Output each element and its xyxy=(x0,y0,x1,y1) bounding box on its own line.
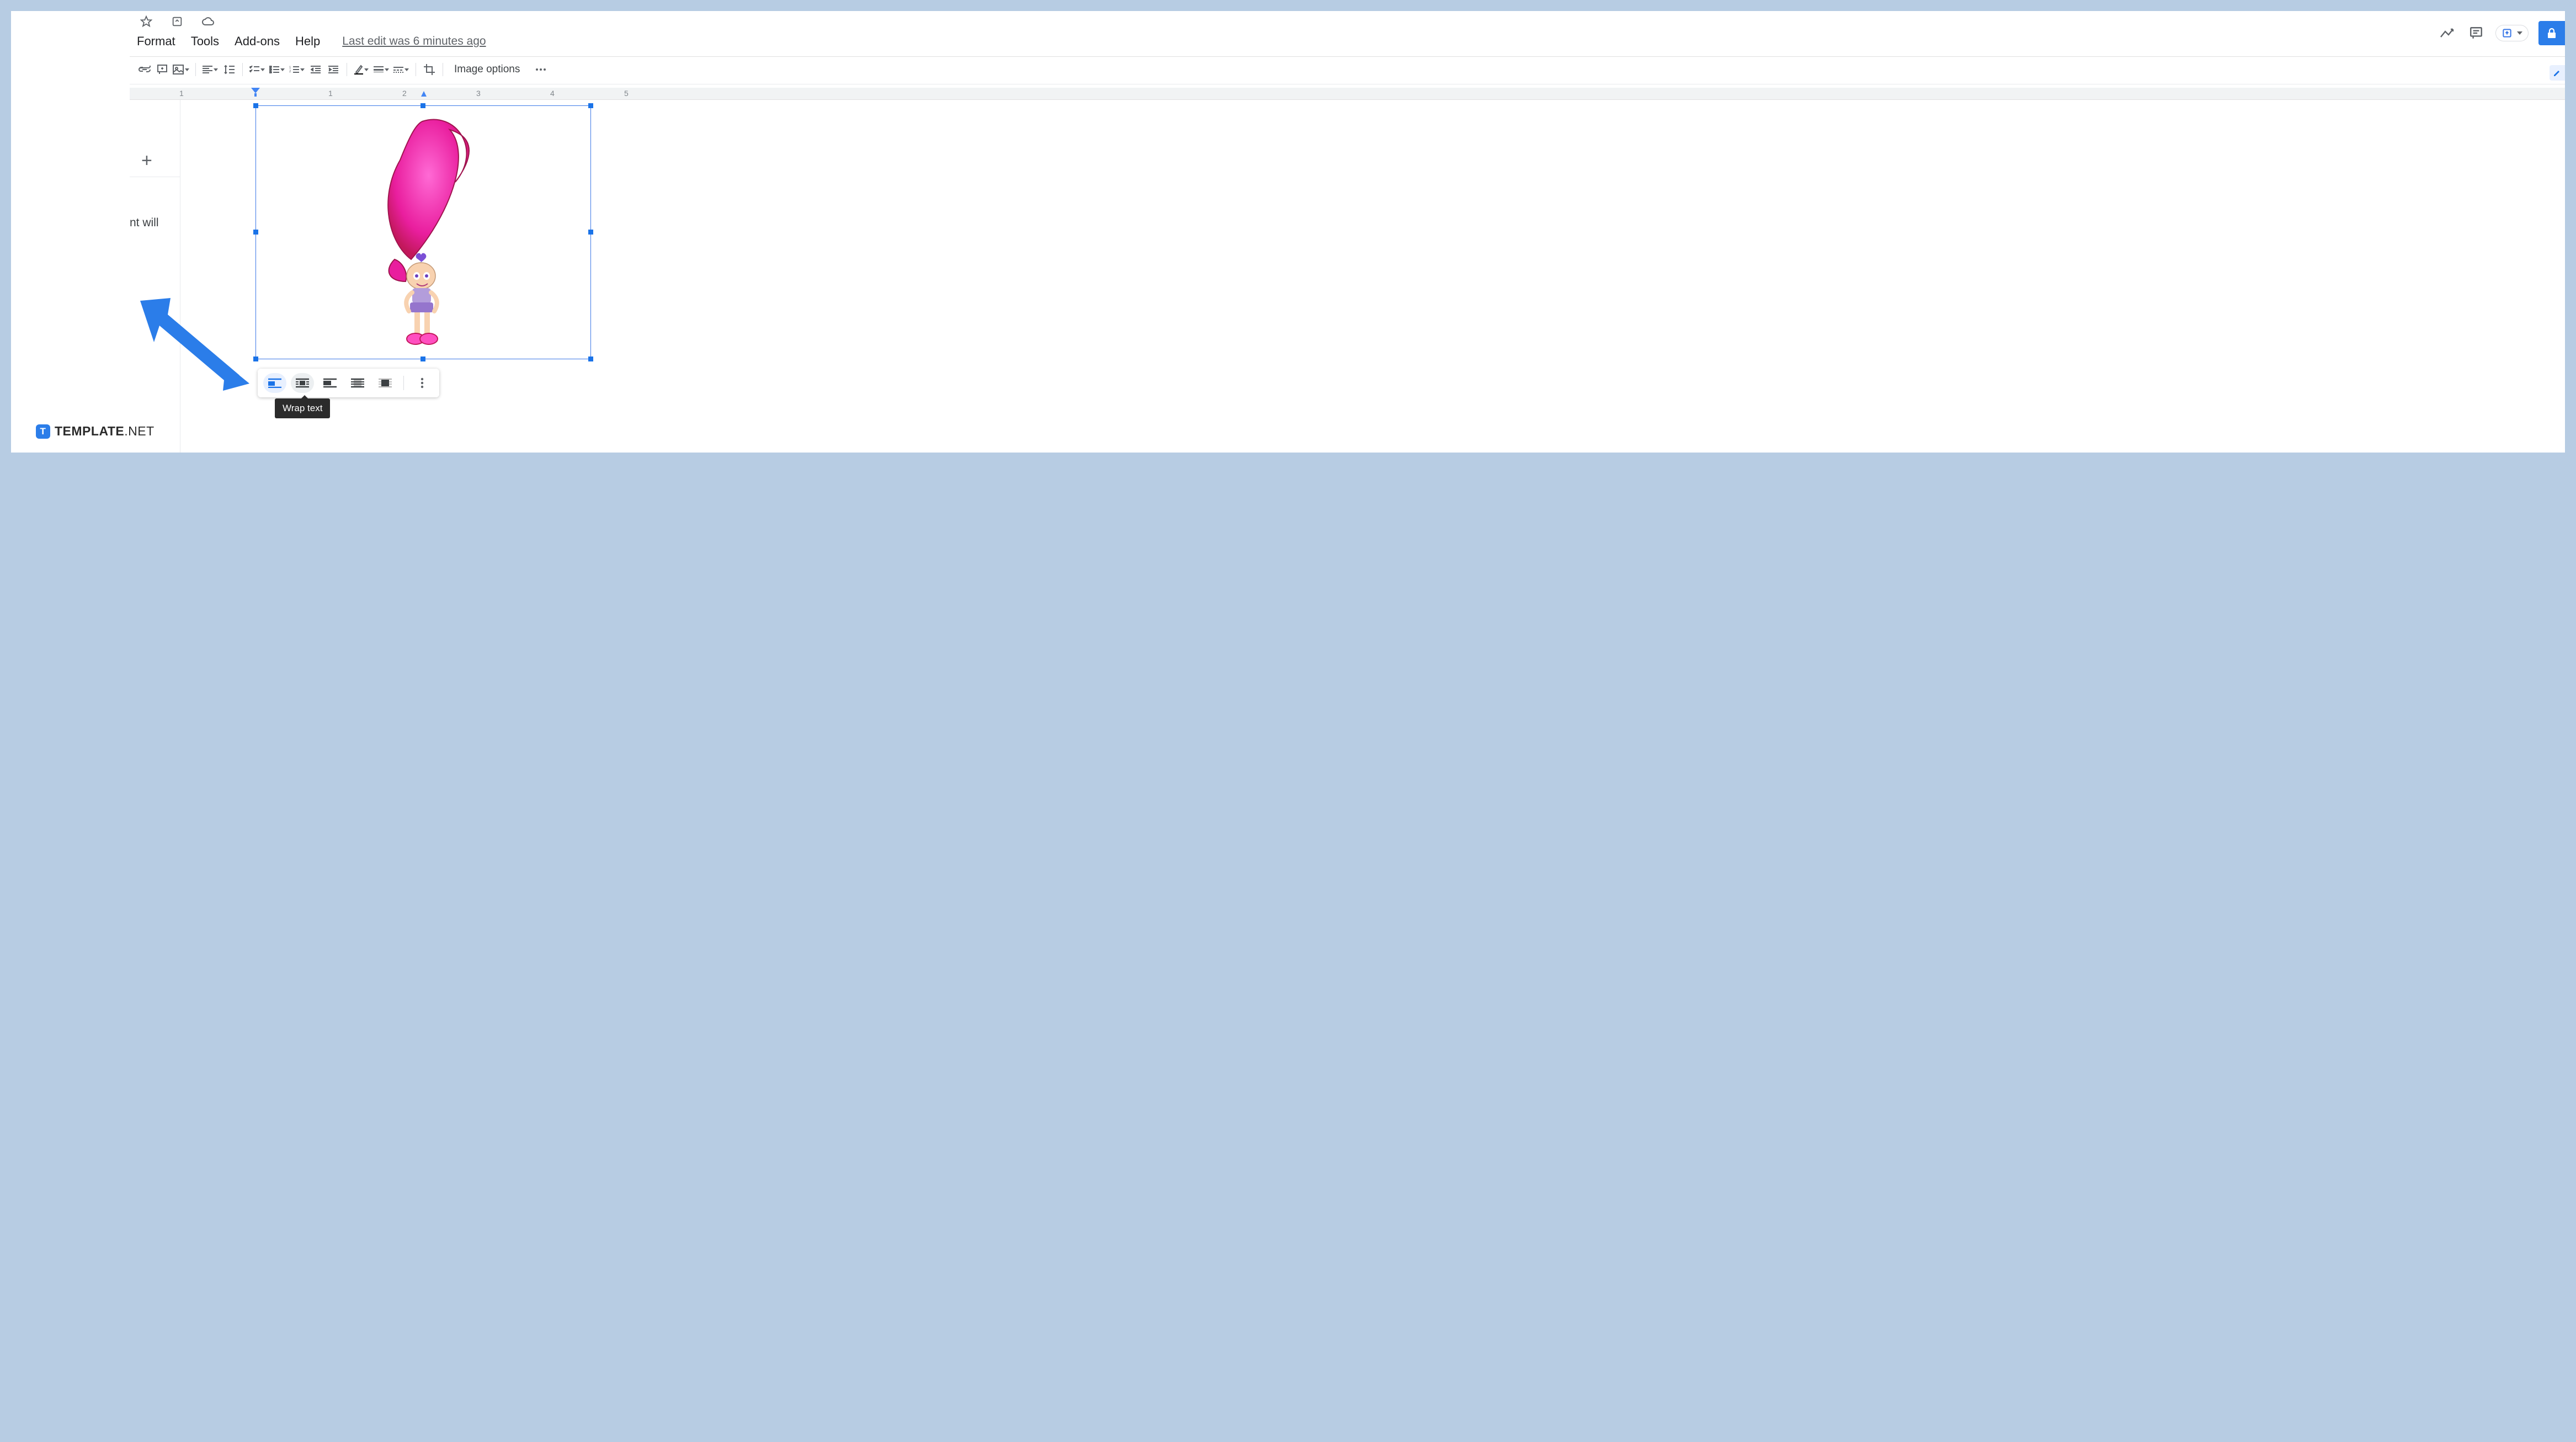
divider xyxy=(403,376,404,390)
app-frame: Format Tools Add-ons Help Last edit was … xyxy=(11,11,2565,453)
bulleted-list-icon[interactable] xyxy=(268,62,286,77)
ruler-num: 1 xyxy=(328,89,333,98)
svg-text:2: 2 xyxy=(289,70,291,73)
outline-text-fragment: nt will xyxy=(130,216,159,230)
resize-handle-tm[interactable] xyxy=(421,103,425,108)
toolbar: 12 Image options xyxy=(137,62,549,77)
watermark-suffix: .NET xyxy=(124,424,154,438)
image-selection-box[interactable] xyxy=(256,105,591,359)
ruler-num: 4 xyxy=(550,89,555,98)
star-icon[interactable] xyxy=(137,12,156,31)
resize-handle-tl[interactable] xyxy=(253,103,258,108)
line-spacing-icon[interactable] xyxy=(221,62,237,77)
annotation-arrow xyxy=(140,298,251,392)
break-text-option[interactable] xyxy=(318,373,342,393)
image-options-button[interactable]: Image options xyxy=(449,63,525,76)
cloud-icon[interactable] xyxy=(199,12,217,31)
more-options-icon[interactable] xyxy=(411,373,434,393)
ruler-num: 2 xyxy=(402,89,407,98)
inline-option[interactable] xyxy=(263,373,286,393)
comment-icon[interactable] xyxy=(2467,24,2485,42)
ruler-num: 5 xyxy=(624,89,629,98)
border-weight-icon[interactable] xyxy=(372,62,390,77)
comment-insert-icon[interactable] xyxy=(155,62,170,77)
resize-handle-br[interactable] xyxy=(588,356,593,361)
link-icon[interactable] xyxy=(137,62,152,77)
checklist-icon[interactable] xyxy=(248,62,266,77)
divider xyxy=(130,56,2565,57)
tooltip: Wrap text xyxy=(275,398,330,418)
menu-format[interactable]: Format xyxy=(137,34,175,49)
menu-help[interactable]: Help xyxy=(295,34,320,49)
align-icon[interactable] xyxy=(201,62,219,77)
activity-icon[interactable] xyxy=(2438,24,2457,42)
watermark-brand: TEMPLATE xyxy=(55,424,124,438)
crop-icon[interactable] xyxy=(422,62,437,77)
image-insert-icon[interactable] xyxy=(172,62,190,77)
first-line-indent-marker[interactable] xyxy=(421,90,427,98)
resize-handle-ml[interactable] xyxy=(253,230,258,235)
menu-tools[interactable]: Tools xyxy=(191,34,219,49)
image-position-toolbar xyxy=(258,369,439,397)
ruler-num: 3 xyxy=(476,89,481,98)
menu-addons[interactable]: Add-ons xyxy=(235,34,280,49)
wrap-text-option[interactable] xyxy=(291,373,314,393)
svg-text:1: 1 xyxy=(289,66,291,70)
share-lock-button[interactable] xyxy=(2538,21,2565,45)
in-front-text-option[interactable] xyxy=(374,373,397,393)
editing-mode-icon[interactable] xyxy=(2550,65,2565,81)
resize-handle-tr[interactable] xyxy=(588,103,593,108)
header-actions xyxy=(2438,21,2565,45)
resize-handle-mr[interactable] xyxy=(588,230,593,235)
outline-add-icon[interactable]: + xyxy=(141,150,152,172)
menu-bar: Format Tools Add-ons Help Last edit was … xyxy=(137,34,486,49)
move-icon[interactable] xyxy=(168,12,187,31)
left-indent-marker[interactable] xyxy=(251,88,261,98)
indent-decrease-icon[interactable] xyxy=(308,62,323,77)
more-icon[interactable] xyxy=(533,62,549,77)
present-button[interactable] xyxy=(2495,25,2529,41)
watermark: T TEMPLATE.NET xyxy=(36,424,155,439)
ruler[interactable]: 1 1 2 3 4 5 xyxy=(130,88,2565,100)
title-icons xyxy=(137,12,217,31)
outline-panel xyxy=(130,100,180,453)
resize-handle-bm[interactable] xyxy=(421,356,425,361)
indent-increase-icon[interactable] xyxy=(326,62,341,77)
behind-text-option[interactable] xyxy=(346,373,369,393)
border-color-icon[interactable] xyxy=(353,62,370,77)
ruler-num: 1 xyxy=(179,89,184,98)
resize-handle-bl[interactable] xyxy=(253,356,258,361)
numbered-list-icon[interactable]: 12 xyxy=(288,62,306,77)
edit-status[interactable]: Last edit was 6 minutes ago xyxy=(342,35,486,48)
watermark-icon: T xyxy=(36,424,50,439)
border-dash-icon[interactable] xyxy=(392,62,410,77)
